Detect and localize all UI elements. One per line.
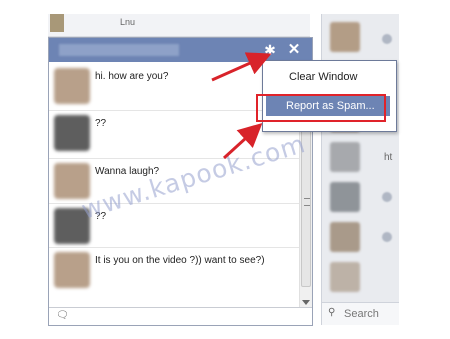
online-dot — [382, 232, 392, 242]
top-partial-name: Lnu — [120, 17, 136, 27]
message-text: hi. how are you? — [95, 71, 169, 82]
avatar[interactable] — [330, 142, 360, 172]
close-icon[interactable]: ✕ — [286, 42, 302, 58]
avatar — [54, 252, 90, 288]
scroll-down-arrow-icon[interactable] — [302, 300, 310, 305]
online-dot — [382, 34, 392, 44]
message-text: ?? — [95, 118, 107, 129]
online-dot — [382, 192, 392, 202]
avatar[interactable] — [330, 182, 360, 212]
sidebar-search[interactable]: ⚲ Search — [322, 302, 399, 325]
avatar — [50, 14, 64, 32]
menu-item-clear-window[interactable]: Clear Window — [263, 69, 396, 85]
list-item: It is you on the video ?)) want to see?) — [49, 247, 299, 308]
search-input[interactable]: Search — [344, 308, 379, 320]
avatar — [54, 163, 90, 199]
avatar[interactable] — [330, 22, 360, 52]
chat-bubble-icon: 🗨 — [56, 310, 69, 321]
avatar[interactable] — [330, 222, 360, 252]
gear-icon[interactable]: ✱ — [262, 42, 278, 58]
report-spam-highlight-box — [256, 94, 386, 122]
chat-input[interactable]: 🗨 — [49, 307, 312, 325]
message-text: It is you on the video ?)) want to see?) — [95, 255, 265, 266]
avatar — [54, 68, 90, 104]
top-partial-conversation: Lnu — [48, 14, 310, 37]
search-icon: ⚲ — [328, 307, 336, 318]
right-name-fragment: ht — [384, 152, 393, 163]
scroll-grip-icon — [304, 198, 310, 206]
chat-title[interactable] — [59, 44, 179, 56]
avatar — [54, 115, 90, 151]
avatar[interactable] — [330, 262, 360, 292]
chat-header[interactable]: ✱ ✕ — [49, 38, 312, 62]
